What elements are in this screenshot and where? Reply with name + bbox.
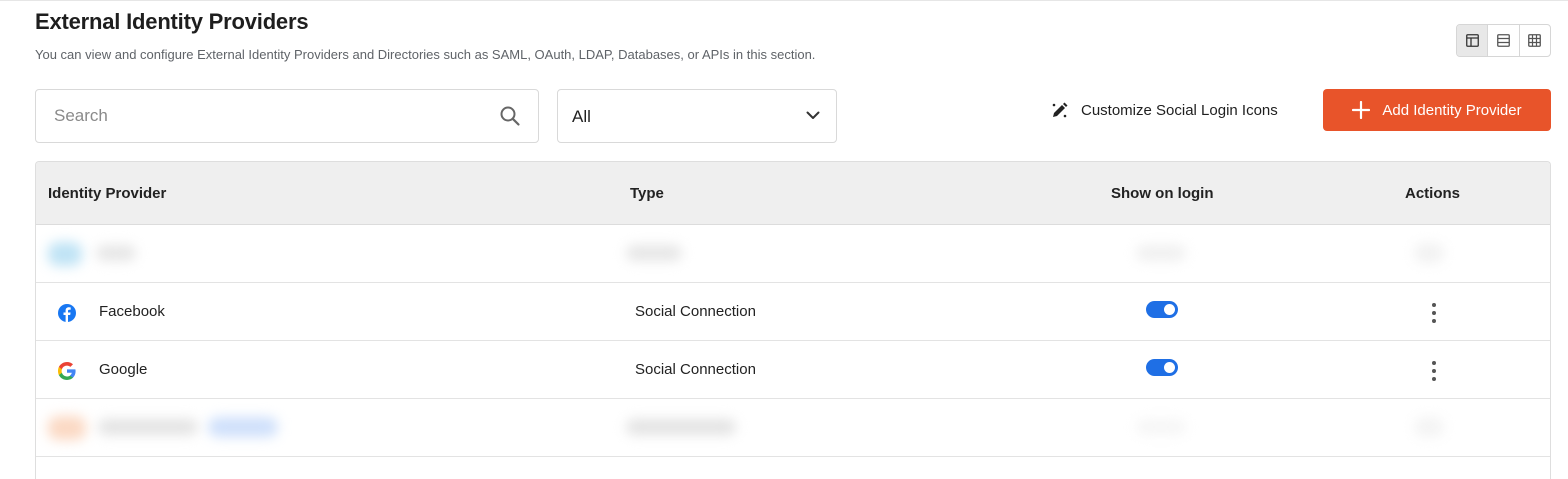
show-on-login-toggle[interactable] [1146, 359, 1178, 376]
search-input[interactable] [36, 90, 486, 142]
blurred-text [98, 419, 198, 435]
table-row: Google Social Connection [36, 341, 1550, 399]
table-row: Facebook Social Connection [36, 283, 1550, 341]
provider-name: Facebook [99, 303, 165, 320]
layout-icon [1465, 34, 1479, 47]
column-header-identity-provider: Identity Provider [48, 185, 167, 202]
view-list-button[interactable] [1488, 25, 1520, 56]
table-row-blurred [36, 399, 1550, 457]
top-divider [0, 0, 1568, 1]
show-on-login-toggle[interactable] [1146, 301, 1178, 318]
view-grid-button[interactable] [1520, 25, 1550, 56]
customize-social-login-icons-button[interactable]: Customize Social Login Icons [1050, 99, 1278, 121]
column-header-show-on-login: Show on login [1111, 185, 1214, 202]
blurred-toggle [1136, 245, 1186, 261]
plus-icon [1352, 101, 1371, 119]
provider-type: Social Connection [635, 361, 756, 378]
blurred-actions [1414, 417, 1444, 437]
provider-name: Google [99, 361, 148, 378]
add-identity-provider-button[interactable]: Add Identity Provider [1323, 89, 1551, 131]
blurred-icon [48, 416, 86, 440]
chevron-down-icon [806, 111, 820, 119]
column-header-actions: Actions [1405, 185, 1461, 202]
view-toggle [1456, 24, 1551, 57]
blurred-icon [48, 242, 82, 266]
customize-label: Customize Social Login Icons [1081, 101, 1278, 119]
row-actions-menu-button[interactable] [1428, 303, 1440, 323]
table-row-blurred [36, 225, 1550, 283]
column-header-type: Type [630, 185, 664, 202]
blurred-toggle [1136, 419, 1186, 435]
search-icon[interactable] [499, 105, 521, 127]
blurred-actions [1414, 243, 1444, 263]
list-icon [1497, 34, 1510, 47]
blurred-text [626, 245, 682, 261]
table-header: Identity Provider Type Show on login Act… [36, 162, 1550, 225]
google-icon [58, 362, 76, 380]
blurred-text [96, 245, 136, 261]
identity-providers-table: Identity Provider Type Show on login Act… [35, 161, 1551, 479]
blurred-badge [208, 417, 278, 437]
view-layout-button[interactable] [1457, 25, 1489, 56]
row-actions-menu-button[interactable] [1428, 361, 1440, 381]
facebook-icon [58, 304, 76, 322]
blurred-text [626, 419, 736, 435]
page-subtitle: You can view and configure External Iden… [35, 47, 816, 62]
search-box [35, 89, 539, 143]
type-filter-select[interactable]: All [557, 89, 837, 143]
edit-icon [1052, 102, 1068, 117]
grid-icon [1528, 34, 1542, 47]
add-identity-provider-label: Add Identity Provider [1382, 101, 1522, 119]
page-title: External Identity Providers [35, 9, 309, 34]
type-filter-value: All [572, 107, 591, 126]
provider-type: Social Connection [635, 303, 756, 320]
